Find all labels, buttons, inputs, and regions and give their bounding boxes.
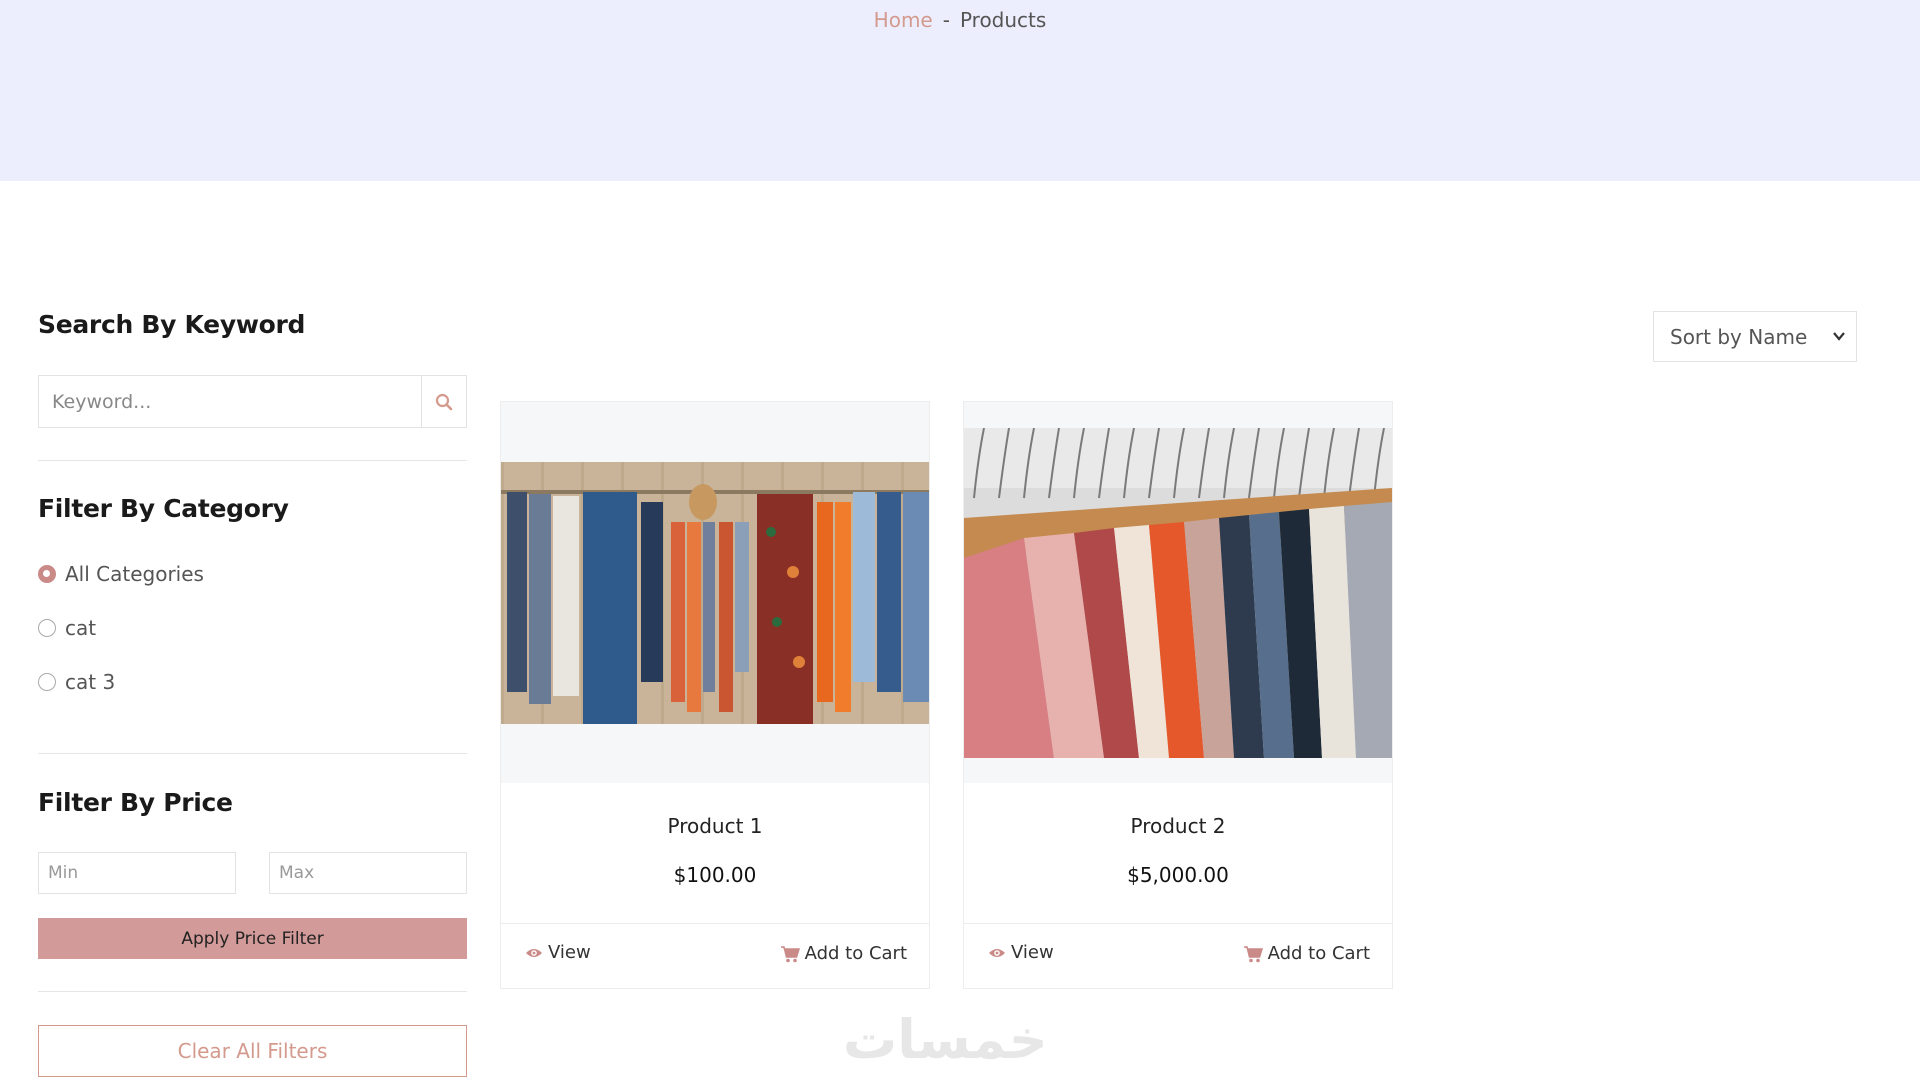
breadcrumb-separator: - [942, 8, 950, 32]
product-image[interactable] [501, 462, 929, 724]
cart-icon [1243, 945, 1263, 962]
chevron-down-icon [1833, 332, 1845, 341]
view-label: View [1011, 942, 1054, 963]
divider [38, 991, 467, 992]
view-product-button[interactable]: View [525, 942, 591, 963]
cart-icon [780, 945, 800, 962]
product-price: $5,000.00 [1127, 863, 1229, 887]
search-input[interactable] [39, 376, 422, 427]
divider [38, 753, 467, 754]
page-header-banner: Home - Products [0, 0, 1920, 181]
apply-price-filter-button[interactable]: Apply Price Filter [38, 918, 467, 959]
category-option-cat-3[interactable]: cat 3 [38, 670, 115, 694]
price-heading: Filter By Price [38, 788, 233, 817]
divider [38, 460, 467, 461]
product-image[interactable] [964, 428, 1392, 758]
category-option-label: All Categories [65, 562, 204, 586]
add-to-cart-button[interactable]: Add to Cart [780, 943, 907, 964]
search-box [38, 375, 467, 428]
product-name[interactable]: Product 2 [964, 814, 1392, 838]
breadcrumb: Home - Products [0, 8, 1920, 32]
divider [964, 923, 1392, 924]
radio-button[interactable] [38, 565, 56, 583]
radio-button[interactable] [38, 619, 56, 637]
price-max-input[interactable] [269, 852, 467, 894]
clear-all-filters-button[interactable]: Clear All Filters [38, 1025, 467, 1077]
view-label: View [548, 942, 591, 963]
product-image-area[interactable] [501, 402, 929, 783]
breadcrumb-current: Products [959, 8, 1047, 32]
product-card: Product 2 $5,000.00 View Add to Cart [963, 401, 1393, 989]
search-heading: Search By Keyword [38, 310, 306, 339]
category-option-all[interactable]: All Categories [38, 562, 204, 586]
category-option-label: cat [65, 616, 97, 640]
product-card: Product 1 $100.00 View Add to Cart [500, 401, 930, 989]
price-min-input[interactable] [38, 852, 236, 894]
eye-icon [989, 948, 1005, 957]
watermark-logo: خمسات [843, 1008, 1048, 1071]
product-image-area[interactable] [964, 402, 1392, 783]
product-price: $100.00 [673, 863, 757, 887]
divider [501, 923, 929, 924]
sort-selected-value: Sort by Name [1670, 324, 1808, 349]
search-icon [435, 393, 453, 410]
view-product-button[interactable]: View [988, 942, 1054, 963]
breadcrumb-home-link[interactable]: Home [874, 8, 933, 32]
radio-button[interactable] [38, 673, 56, 691]
add-to-cart-label: Add to Cart [1267, 943, 1370, 964]
product-name[interactable]: Product 1 [501, 814, 929, 838]
search-button[interactable] [421, 376, 466, 427]
category-option-cat[interactable]: cat [38, 616, 96, 640]
add-to-cart-label: Add to Cart [804, 943, 907, 964]
add-to-cart-button[interactable]: Add to Cart [1243, 943, 1370, 964]
category-option-label: cat 3 [65, 670, 116, 694]
category-heading: Filter By Category [38, 494, 289, 523]
eye-icon [526, 948, 542, 957]
sort-select[interactable]: Sort by Name [1653, 311, 1857, 362]
